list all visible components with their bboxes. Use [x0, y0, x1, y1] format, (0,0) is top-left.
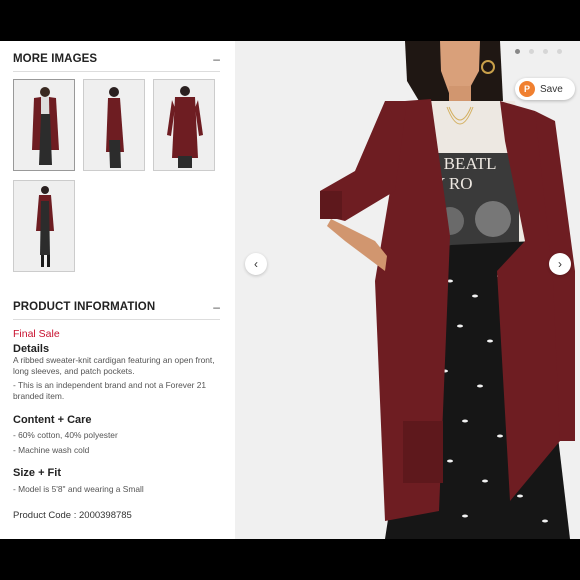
details-note: - This is an independent brand and not a…	[13, 380, 207, 401]
collapse-more-images-icon[interactable]: –	[213, 52, 220, 66]
model-photo: E BEATL Y RO	[235, 41, 580, 539]
thumbnail-3[interactable]	[153, 79, 215, 171]
save-label: Save	[540, 83, 563, 95]
size-fit-line: - Model is 5'8" and wearing a Small	[13, 484, 144, 494]
pinterest-save-button[interactable]: P Save	[515, 78, 575, 100]
carousel-dot[interactable]	[515, 49, 520, 54]
product-info-title: PRODUCT INFORMATION	[13, 301, 156, 313]
carousel-dot[interactable]	[557, 49, 562, 54]
more-images-header[interactable]: MORE IMAGES –	[13, 52, 220, 66]
hero-image: E BEATL Y RO P Save ‹ ›	[235, 41, 580, 539]
details-text: A ribbed sweater-knit cardigan featuring…	[13, 355, 215, 376]
thumbnail-2[interactable]	[83, 79, 145, 171]
more-images-title: MORE IMAGES	[13, 53, 98, 65]
care-line: - Machine wash cold	[13, 445, 90, 455]
details-heading: Details	[13, 343, 50, 355]
product-page: MORE IMAGES – PRODUCT INFORMATION – Fina…	[0, 41, 580, 539]
chevron-left-icon: ‹	[254, 257, 258, 271]
thumbnail-1[interactable]	[13, 79, 75, 171]
size-fit-heading: Size + Fit	[13, 467, 61, 479]
content-care-heading: Content + Care	[13, 414, 92, 426]
chevron-right-icon: ›	[558, 257, 562, 271]
divider	[13, 71, 220, 72]
final-sale-label: Final Sale	[13, 328, 60, 340]
carousel-dot[interactable]	[543, 49, 548, 54]
content-line: - 60% cotton, 40% polyester	[13, 430, 118, 440]
divider	[13, 319, 220, 320]
product-sidebar: MORE IMAGES – PRODUCT INFORMATION – Fina…	[0, 41, 235, 539]
collapse-product-info-icon[interactable]: –	[213, 300, 220, 314]
product-info-header[interactable]: PRODUCT INFORMATION –	[13, 300, 220, 314]
pin-plus-icon: P	[519, 81, 535, 97]
carousel-next-button[interactable]: ›	[549, 253, 571, 275]
product-code: Product Code : 2000398785	[13, 510, 132, 521]
carousel-dot[interactable]	[529, 49, 534, 54]
carousel-prev-button[interactable]: ‹	[245, 253, 267, 275]
carousel-dots	[515, 49, 562, 54]
thumbnail-4[interactable]	[13, 180, 75, 272]
